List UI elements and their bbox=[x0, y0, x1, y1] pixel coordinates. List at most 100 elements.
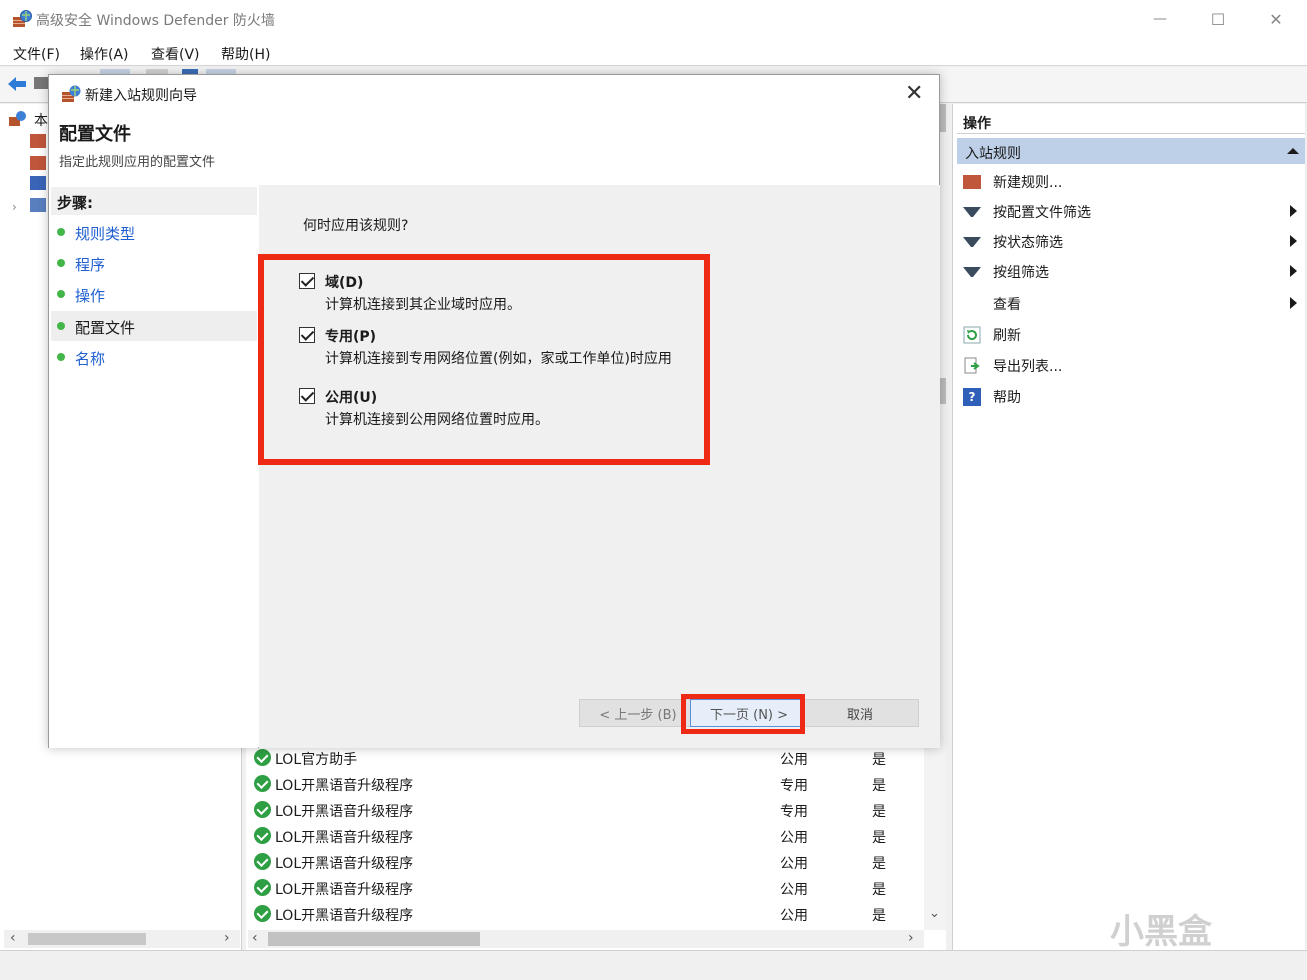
inbound-rules-section[interactable]: 入站规则 bbox=[957, 138, 1305, 164]
step-profile[interactable]: 配置文件 bbox=[51, 311, 257, 341]
actions-header-label: 操作 bbox=[963, 116, 991, 132]
scroll-down-arrow-icon[interactable]: ⌄ bbox=[929, 906, 940, 921]
new-rule-icon bbox=[963, 175, 981, 189]
firewall-app-icon bbox=[13, 10, 32, 27]
step-dot-icon bbox=[57, 290, 65, 298]
action-refresh[interactable]: 刷新 bbox=[957, 319, 1305, 349]
back-button[interactable]: < 上一步 (B) bbox=[579, 699, 697, 727]
watermark: 小黑盒 bbox=[1110, 912, 1212, 952]
enabled-check-icon bbox=[254, 827, 271, 844]
rule-name: LOL开黑语音升级程序 bbox=[275, 882, 414, 898]
close-button[interactable]: ✕ bbox=[1247, 0, 1305, 38]
rule-profile: 公用 bbox=[780, 752, 808, 768]
action-label: 按配置文件筛选 bbox=[993, 205, 1091, 221]
menu-action[interactable]: 操作(A) bbox=[80, 44, 129, 64]
rule-name: LOL开黑语音升级程序 bbox=[275, 856, 414, 872]
title-bar: 高级安全 Windows Defender 防火墙 — ☐ ✕ bbox=[0, 0, 1307, 38]
submenu-arrow-icon bbox=[1290, 265, 1297, 277]
step-rule-type[interactable]: 规则类型 bbox=[51, 217, 257, 247]
dialog-close-icon[interactable]: ✕ bbox=[905, 81, 923, 106]
wizard-icon bbox=[62, 85, 81, 102]
forward-arrow-icon[interactable] bbox=[34, 77, 48, 89]
steps-header: 步骤: bbox=[51, 187, 257, 215]
action-filter-group[interactable]: 按组筛选 bbox=[957, 256, 1305, 286]
step-dot-icon bbox=[57, 322, 65, 330]
expand-chevron-icon[interactable]: › bbox=[12, 200, 17, 214]
table-row[interactable]: LOL开黑语音升级程序 公用 是 bbox=[254, 901, 934, 927]
firewall-root-icon bbox=[9, 111, 26, 126]
action-filter-profile[interactable]: 按配置文件筛选 bbox=[957, 196, 1305, 226]
scroll-left-arrow-icon[interactable]: ‹ bbox=[10, 930, 16, 946]
action-label: 查看 bbox=[993, 297, 1021, 313]
step-program[interactable]: 程序 bbox=[51, 248, 257, 278]
menu-help[interactable]: 帮助(H) bbox=[221, 44, 270, 64]
table-row[interactable]: LOL开黑语音升级程序 专用 是 bbox=[254, 771, 934, 797]
menu-view[interactable]: 查看(V) bbox=[151, 44, 200, 64]
cancel-button[interactable]: 取消 bbox=[801, 699, 919, 727]
close-icon: ✕ bbox=[1269, 9, 1283, 29]
action-label: 刷新 bbox=[993, 328, 1021, 344]
filter-icon bbox=[963, 237, 981, 255]
help-icon: ? bbox=[963, 388, 981, 406]
table-row[interactable]: LOL开黑语音升级程序 公用 是 bbox=[254, 849, 934, 875]
enabled-check-icon bbox=[254, 853, 271, 870]
menu-bar: 文件(F) 操作(A) 查看(V) 帮助(H) bbox=[0, 38, 1307, 66]
rule-enabled: 是 bbox=[872, 752, 886, 768]
action-export-list[interactable]: 导出列表... bbox=[957, 350, 1305, 380]
rule-enabled: 是 bbox=[872, 882, 886, 898]
enabled-check-icon bbox=[254, 749, 271, 766]
action-help[interactable]: ? 帮助 bbox=[957, 381, 1305, 411]
submenu-arrow-icon bbox=[1290, 205, 1297, 217]
action-label: 按状态筛选 bbox=[993, 235, 1063, 251]
step-label: 名称 bbox=[75, 350, 106, 368]
rule-name: LOL开黑语音升级程序 bbox=[275, 778, 414, 794]
menu-file[interactable]: 文件(F) bbox=[13, 44, 60, 64]
action-new-rule[interactable]: 新建规则... bbox=[957, 166, 1305, 196]
scroll-left-arrow-icon[interactable]: ‹ bbox=[252, 930, 258, 946]
collapse-caret-icon[interactable] bbox=[1287, 148, 1299, 154]
action-view[interactable]: 查看 bbox=[957, 288, 1305, 318]
dialog-title: 新建入站规则向导 bbox=[85, 88, 197, 104]
table-row[interactable]: LOL开黑语音升级程序 公用 是 bbox=[254, 875, 934, 901]
table-row[interactable]: LOL开黑语音升级程序 专用 是 bbox=[254, 797, 934, 823]
scroll-right-arrow-icon[interactable]: › bbox=[224, 930, 230, 946]
scroll-thumb[interactable] bbox=[268, 932, 480, 946]
rule-profile: 专用 bbox=[780, 778, 808, 794]
minimize-button[interactable]: — bbox=[1131, 0, 1189, 38]
back-arrow-icon[interactable] bbox=[6, 75, 28, 93]
window-title: 高级安全 Windows Defender 防火墙 bbox=[36, 13, 275, 29]
table-row[interactable]: LOL官方助手 公用 是 bbox=[254, 745, 934, 771]
scroll-right-arrow-icon[interactable]: › bbox=[908, 930, 914, 946]
rule-profile: 专用 bbox=[780, 804, 808, 820]
step-action[interactable]: 操作 bbox=[51, 279, 257, 309]
submenu-arrow-icon bbox=[1290, 235, 1297, 247]
enabled-check-icon bbox=[254, 905, 271, 922]
export-icon bbox=[964, 357, 980, 374]
inbound-rules-icon[interactable] bbox=[30, 134, 46, 148]
scroll-thumb[interactable] bbox=[28, 933, 146, 945]
monitoring-icon[interactable] bbox=[30, 198, 46, 212]
minimize-icon: — bbox=[1153, 11, 1167, 27]
filter-icon bbox=[963, 207, 981, 225]
step-dot-icon bbox=[57, 228, 65, 236]
step-label: 程序 bbox=[75, 256, 106, 274]
rule-profile: 公用 bbox=[780, 908, 808, 924]
step-dot-icon bbox=[57, 259, 65, 267]
rule-name: LOL开黑语音升级程序 bbox=[275, 804, 414, 820]
action-filter-state[interactable]: 按状态筛选 bbox=[957, 226, 1305, 256]
table-row[interactable]: LOL开黑语音升级程序 公用 是 bbox=[254, 823, 934, 849]
rule-name: LOL开黑语音升级程序 bbox=[275, 830, 414, 846]
options-highlight-box bbox=[258, 254, 710, 465]
step-name[interactable]: 名称 bbox=[51, 342, 257, 372]
maximize-button[interactable]: ☐ bbox=[1189, 0, 1247, 38]
outbound-rules-icon[interactable] bbox=[30, 156, 46, 170]
step-label: 配置文件 bbox=[75, 319, 136, 337]
left-horizontal-scrollbar[interactable]: ‹ › bbox=[4, 930, 240, 948]
connection-security-icon[interactable] bbox=[30, 176, 46, 190]
rule-name: LOL官方助手 bbox=[275, 752, 358, 768]
tree-root-label[interactable]: 本 bbox=[34, 110, 48, 130]
step-label: 操作 bbox=[75, 287, 106, 305]
rules-horizontal-scrollbar[interactable]: ‹ › bbox=[248, 930, 924, 948]
rule-profile: 公用 bbox=[780, 856, 808, 872]
refresh-icon bbox=[963, 326, 981, 344]
